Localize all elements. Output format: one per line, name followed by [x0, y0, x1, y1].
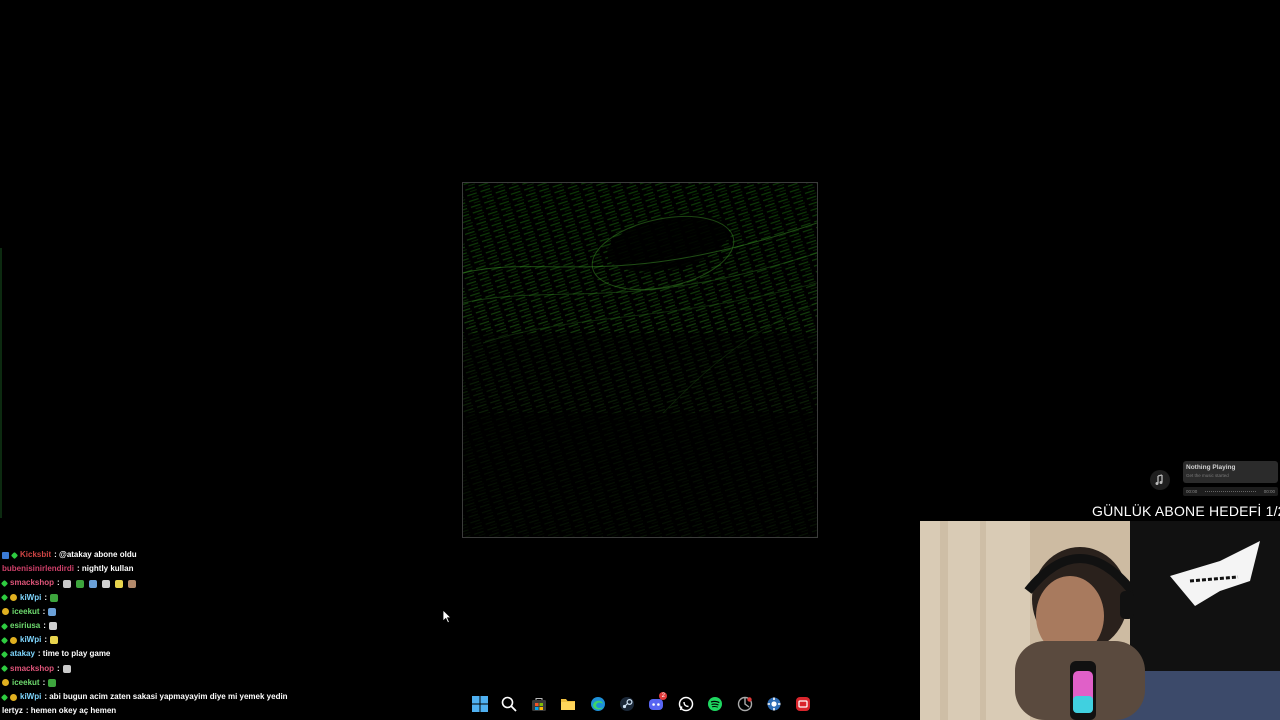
chat-message: kiWpi: abi bugun acim zaten sakasi yapma…: [0, 690, 422, 704]
chat-emote-icon: [48, 678, 57, 687]
chat-text: : @atakay abone oldu: [54, 550, 137, 559]
now-playing-subtitle: Get the music started: [1186, 473, 1229, 478]
webcam-feed: [920, 521, 1280, 720]
spotify-icon[interactable]: [703, 692, 727, 716]
music-time-start: 00:00: [1186, 489, 1198, 494]
chat-username[interactable]: smackshop: [10, 662, 54, 676]
mod-badge-icon: [0, 650, 9, 659]
mod-badge-icon: [0, 665, 9, 673]
chat-text: :: [57, 663, 60, 673]
steam-icon[interactable]: [615, 692, 639, 716]
chat-text: :: [57, 578, 60, 588]
file-explorer-icon[interactable]: [556, 692, 580, 716]
chat-username[interactable]: Kicksbit: [20, 548, 51, 562]
game-app-icon[interactable]: [733, 692, 757, 716]
music-time-end: 00:00: [1263, 489, 1275, 494]
discord-icon[interactable]: 2: [644, 692, 668, 716]
whatsapp-icon[interactable]: [674, 692, 698, 716]
chat-username[interactable]: kiWpi: [20, 690, 41, 704]
chat-emote-icon: [101, 579, 110, 588]
chat-emote-icon: [50, 636, 59, 645]
sub-badge-icon: [10, 594, 17, 602]
edge-browser-icon[interactable]: [586, 692, 610, 716]
chat-text: :: [44, 635, 48, 645]
chat-text: :: [44, 592, 48, 602]
chat-message: kiWpi:: [0, 633, 422, 647]
chat-emote-icon: [114, 579, 123, 588]
chat-username[interactable]: iceekut: [12, 676, 40, 690]
sub-badge-icon: [10, 693, 17, 701]
now-playing-card[interactable]: Nothing Playing Get the music started: [1183, 461, 1278, 483]
sub-badge-icon: [2, 679, 9, 687]
chat-message: lertyz: hemen okey aç hemen: [2, 704, 422, 718]
mod-badge-icon: [0, 579, 9, 588]
mod-badge-icon: [0, 693, 9, 701]
chat-message: iceekut:: [2, 605, 422, 619]
chat-overlay: Kicksbit: @atakay abone oldu bubenisinirl…: [0, 548, 422, 718]
chat-emote-icon: [62, 664, 71, 673]
settings-app-icon[interactable]: [762, 692, 786, 716]
left-edge-line: [0, 248, 2, 518]
search-icon[interactable]: [497, 692, 521, 716]
discord-notification-badge: 2: [659, 692, 668, 700]
mod-badge-icon: [0, 594, 9, 602]
render-window[interactable]: [462, 182, 818, 538]
chat-username[interactable]: lertyz: [2, 704, 23, 718]
microsoft-store-icon[interactable]: [527, 692, 551, 716]
now-playing-title: Nothing Playing: [1186, 464, 1236, 471]
sub-badge-icon: [2, 608, 9, 616]
vip-badge-icon: [2, 551, 9, 559]
chat-text: : hemen okey aç hemen: [25, 706, 117, 716]
chat-emote-icon: [50, 593, 59, 602]
terrain-render: [463, 183, 817, 537]
mod-badge-icon: [10, 551, 19, 559]
chat-message: smackshop:: [0, 576, 422, 590]
chat-emote-icon: [88, 579, 97, 588]
chat-text: :: [42, 677, 46, 687]
mod-badge-icon: [0, 636, 9, 644]
chat-emote-icon: [62, 579, 71, 588]
chat-emote-icon: [75, 579, 84, 588]
music-track-line: [1205, 491, 1256, 493]
chat-message: kiWpi:: [0, 591, 422, 605]
chat-username[interactable]: smackshop: [10, 576, 54, 590]
chat-text: :: [43, 621, 46, 631]
chat-username[interactable]: kiWpi: [20, 633, 41, 647]
chat-emote-icon: [127, 579, 136, 588]
chat-username[interactable]: atakay: [10, 647, 35, 661]
red-app-icon[interactable]: [791, 692, 815, 716]
chat-message: iceekut:: [2, 676, 422, 690]
sub-badge-icon: [10, 636, 17, 644]
music-progress-bar[interactable]: 00:00 00:00: [1183, 487, 1278, 496]
mod-badge-icon: [0, 622, 9, 630]
mouse-cursor-icon: [442, 609, 452, 624]
chat-emote-icon: [48, 607, 57, 616]
subscriber-goal-text: GÜNLÜK ABONE HEDEFİ 1/2: [1092, 503, 1280, 519]
chat-message: Kicksbit: @atakay abone oldu: [2, 548, 422, 562]
chat-username[interactable]: iceekut: [12, 605, 40, 619]
chat-text: : time to play game: [37, 649, 111, 659]
chat-username[interactable]: kiWpi: [20, 591, 41, 605]
windows-start-icon[interactable]: [468, 692, 492, 716]
chat-message: esiriusa:: [0, 619, 422, 633]
chat-message: smackshop:: [0, 662, 422, 676]
chat-message: atakay: time to play game: [0, 647, 422, 661]
chat-text: : abi bugun acim zaten sakasi yapmayayim…: [44, 692, 288, 702]
chat-text: : nightly kullan: [77, 564, 134, 574]
music-note-icon[interactable]: [1150, 470, 1170, 490]
taskbar: 2: [468, 692, 815, 716]
chat-text: :: [42, 606, 46, 616]
chat-emote-icon: [48, 622, 57, 631]
chat-username[interactable]: bubenisinirlendirdi: [2, 562, 74, 576]
chat-username[interactable]: esiriusa: [10, 619, 40, 633]
chat-message: bubenisinirlendirdi: nightly kullan: [2, 562, 422, 576]
